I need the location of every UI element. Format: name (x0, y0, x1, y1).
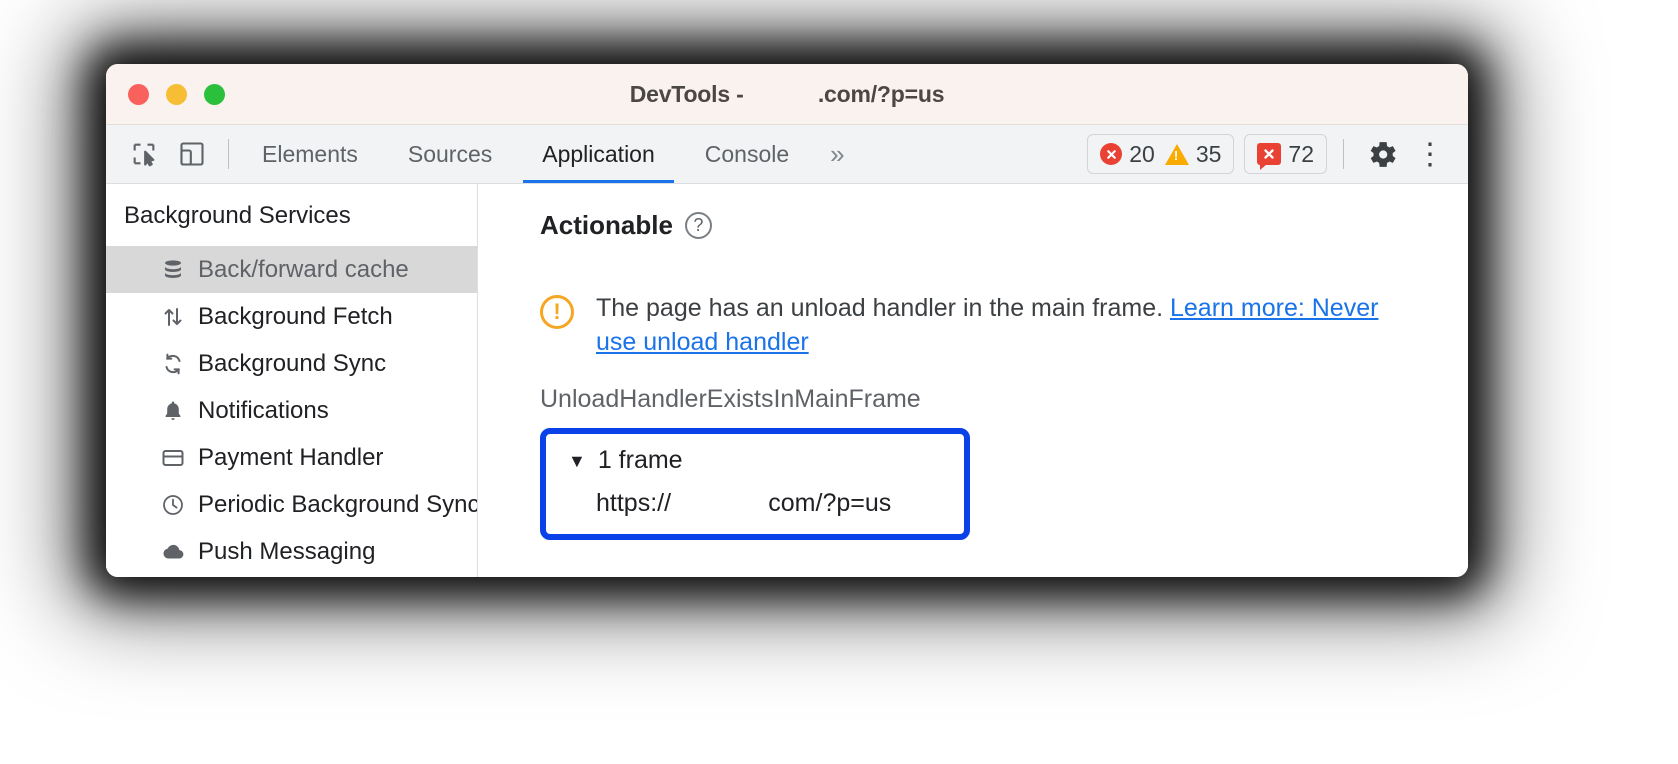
tab-elements[interactable]: Elements (237, 125, 383, 183)
settings-gear-icon[interactable] (1358, 125, 1406, 183)
issue-description: The page has an unload handler in the ma… (596, 291, 1416, 359)
sidebar-item-label: Notifications (198, 396, 329, 424)
page-title: Actionable ? (540, 210, 1468, 241)
panel-body: Background Services Back/forward cache B… (106, 184, 1468, 577)
issue-row: ! The page has an unload handler in the … (540, 291, 1468, 359)
sidebar-item-back-forward-cache[interactable]: Back/forward cache (106, 246, 477, 293)
sidebar-item-push-messaging[interactable]: Push Messaging (106, 528, 477, 575)
sidebar-section-title: Background Services (124, 202, 351, 229)
device-toolbar-icon[interactable] (172, 134, 212, 174)
issues-counter-item[interactable]: 72 (1257, 140, 1314, 170)
frame-url[interactable]: https:// com/?p=us (546, 489, 964, 518)
issue-message: The page has an unload handler in the ma… (596, 294, 1170, 322)
tab-console-label: Console (704, 140, 790, 167)
panel-tabs: Elements Sources Application Console » (237, 125, 861, 183)
toolbar-divider-right (1343, 139, 1344, 169)
bfcache-reason-code: UnloadHandlerExistsInMainFrame (540, 385, 921, 413)
issues-counter[interactable]: 72 (1244, 134, 1327, 174)
error-counter[interactable]: 20 (1100, 141, 1155, 168)
sidebar-item-background-fetch[interactable]: Background Fetch (106, 293, 477, 340)
warning-triangle-icon (1164, 143, 1189, 165)
sidebar-item-payment-handler[interactable]: Payment Handler (106, 434, 477, 481)
page-title-label: Actionable (540, 210, 673, 240)
frame-tree-toggle[interactable]: ▼ 1 frame (546, 446, 964, 475)
inspect-cursor-icon[interactable] (124, 134, 164, 174)
tab-sources[interactable]: Sources (383, 125, 517, 183)
sync-icon (160, 351, 186, 377)
error-count: 20 (1129, 140, 1155, 167)
sidebar-item-background-sync[interactable]: Background Sync (106, 340, 477, 387)
sidebar-item-label: Background Fetch (198, 302, 393, 330)
window-titlebar: DevTools - .com/?p=us (106, 64, 1468, 125)
bfcache-content: Actionable ? ! The page has an unload ha… (478, 184, 1468, 577)
more-tabs-icon[interactable]: » (814, 125, 860, 183)
frame-tree-highlight-box: ▼ 1 frame https:// com/?p=us (540, 428, 970, 540)
more-options-icon[interactable]: ⋮ (1406, 125, 1454, 183)
tab-application-label: Application (542, 140, 655, 167)
issues-count: 72 (1288, 140, 1314, 167)
error-circle-icon (1100, 143, 1123, 165)
database-icon (160, 257, 186, 283)
sidebar-item-label: Background Sync (198, 349, 387, 377)
warning-counter[interactable]: 35 (1164, 140, 1222, 168)
issues-bubble-icon (1257, 143, 1282, 170)
bell-icon (160, 398, 186, 424)
sidebar-item-label: Periodic Background Sync (198, 490, 478, 518)
clock-icon (160, 492, 186, 518)
toolbar-divider (228, 139, 229, 169)
devtools-toolbar: Elements Sources Application Console » 2… (106, 125, 1468, 184)
window-title: DevTools - .com/?p=us (629, 80, 945, 107)
console-counters[interactable]: 20 35 (1087, 134, 1235, 174)
frame-count-label: 1 frame (597, 446, 683, 474)
sidebar-item-label: Back/forward cache (198, 255, 409, 283)
tab-console[interactable]: Console (680, 125, 814, 183)
sidebar-item-notifications[interactable]: Notifications (106, 387, 477, 434)
credit-card-icon (160, 445, 186, 471)
application-sidebar: Background Services Back/forward cache B… (106, 184, 478, 577)
tab-elements-label: Elements (262, 140, 358, 167)
sidebar-item-label: Payment Handler (198, 443, 384, 471)
sidebar-item-periodic-background-sync[interactable]: Periodic Background Sync (106, 481, 477, 528)
tab-sources-label: Sources (407, 140, 493, 167)
toolbar-icon-group (106, 125, 224, 183)
arrows-up-down-icon (160, 304, 186, 330)
cloud-icon (160, 539, 186, 565)
devtools-window: DevTools - .com/?p=us Elements Sources A… (106, 64, 1468, 577)
warning-count: 35 (1195, 140, 1222, 167)
warning-exclamation-circle-icon: ! (540, 295, 574, 329)
chevron-down-icon: ▼ (568, 450, 586, 471)
sidebar-item-label: Push Messaging (198, 537, 376, 565)
help-icon[interactable]: ? (684, 212, 712, 239)
tab-application[interactable]: Application (517, 125, 680, 183)
